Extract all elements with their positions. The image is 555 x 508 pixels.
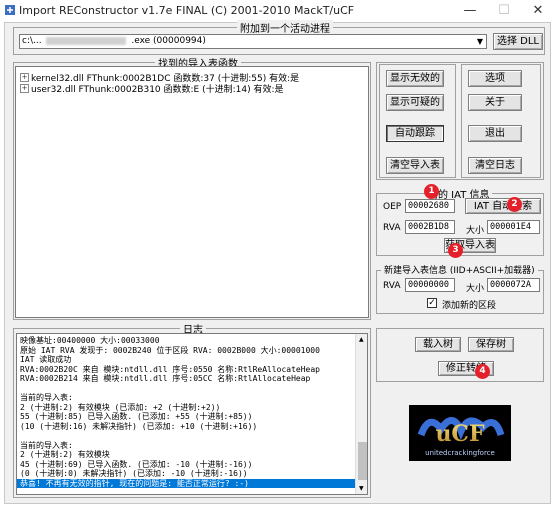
new-size-field[interactable]: 0000072A xyxy=(487,278,540,292)
iat-rva-label: RVA xyxy=(383,223,401,233)
tree-item-label: user32.dll FThunk:0002B310 函数数:E (十进制:14… xyxy=(31,85,284,95)
log-line: 55 (十进制:85) 已导入函数. (已添加: +55 (十进制:+85)) xyxy=(20,412,253,421)
log-line: 45 (十进制:69) 已导入函数. (已添加: -10 (十进制:-16)) xyxy=(20,459,253,469)
clear-log-button[interactable]: 清空日志 xyxy=(468,157,522,174)
maximize-button[interactable]: ☐ xyxy=(487,0,521,22)
window-title: Import REConstructor v1.7e FINAL (C) 200… xyxy=(19,4,355,17)
scroll-down-icon[interactable]: ▼ xyxy=(359,485,364,492)
process-select[interactable]: c:\... .exe (00000994) ▼ xyxy=(19,34,487,49)
auto-trace-button[interactable]: 自动跟踪 xyxy=(386,125,444,142)
log-line: IAT 读取成功 xyxy=(20,355,72,364)
oep-label: OEP xyxy=(383,202,402,212)
about-button[interactable]: 关于 xyxy=(468,94,522,111)
log-line: 2 (十进制:2) 有效模块 (已添加: +2 (十进制:+2)) xyxy=(20,402,221,412)
add-section-label: 添加新的区段 xyxy=(442,301,497,311)
new-iat-label: 新建导入表信息 (IID+ASCII+加载器) xyxy=(381,263,538,276)
show-suspect-button[interactable]: 显示可疑的 xyxy=(386,94,444,111)
new-rva-label: RVA xyxy=(383,281,401,291)
app-icon xyxy=(4,4,16,16)
log-scrollbar[interactable]: ▲ ▼ xyxy=(355,334,367,494)
log-line: 当前的导入表: xyxy=(20,393,73,402)
iat-rva-field[interactable]: 0002B1D8 xyxy=(405,220,455,234)
log-textbox[interactable]: 映像基址:00400000 大小:00033000 原始 IAT RVA 发现于:… xyxy=(16,333,368,495)
log-line: RVA:0002B214 来自 模块:ntdll.dll 序号:05CC 名称:… xyxy=(20,374,311,383)
chevron-down-icon: ▼ xyxy=(476,37,483,46)
annotation-badge-3: 3 xyxy=(448,243,463,258)
expand-icon[interactable]: + xyxy=(20,84,29,93)
attach-label: 附加到一个活动进程 xyxy=(237,20,333,35)
exit-button[interactable]: 退出 xyxy=(468,125,522,142)
imports-tree[interactable]: + kernel32.dll FThunk:0002B1DC 函数数:37 (十… xyxy=(15,66,369,318)
iat-size-label: 大小 xyxy=(466,226,485,236)
log-line-selected: 恭喜! 不再有无效的指针, 现在的问题是: 能否正常运行? :-) xyxy=(17,478,358,488)
redacted-path xyxy=(46,36,127,45)
save-tree-button[interactable]: 保存树 xyxy=(468,337,514,352)
log-line: RVA:0002B20C 来自 模块:ntdll.dll 序号:0550 名称:… xyxy=(20,364,321,374)
expand-icon[interactable]: + xyxy=(20,73,29,82)
new-size-label: 大小 xyxy=(466,284,485,294)
select-dll-button[interactable]: 选择 DLL xyxy=(493,33,543,50)
log-line: (0 (十进制:0) 未解决指针) (已添加: -10 (十进制:-16)) xyxy=(20,469,248,478)
ucf-logo: uCF unitedcrackingforce xyxy=(409,405,511,461)
log-line: 当前的导入表: xyxy=(20,440,73,450)
tree-item-user32[interactable]: + user32.dll FThunk:0002B310 函数数:E (十进制:… xyxy=(20,82,284,95)
logo-text: uCF xyxy=(435,421,485,447)
scroll-up-icon[interactable]: ▲ xyxy=(359,336,364,343)
new-rva-field[interactable]: 00000000 xyxy=(405,278,455,292)
log-line: 原始 IAT RVA 发现于: 0002B240 位于区段 RVA: 0002B… xyxy=(20,345,320,355)
process-value: c:\... xyxy=(22,36,42,46)
oep-field[interactable]: 00002680 xyxy=(405,199,455,213)
clear-imports-button[interactable]: 清空导入表 xyxy=(386,157,444,174)
minimize-button[interactable]: — xyxy=(453,0,487,22)
options-button[interactable]: 选项 xyxy=(468,70,522,87)
add-section-checkbox[interactable]: ✓ xyxy=(427,298,437,308)
logo-subtext: unitedcrackingforce xyxy=(425,449,495,457)
annotation-badge-4: 4 xyxy=(475,364,490,379)
show-invalid-button[interactable]: 显示无效的 xyxy=(386,70,444,87)
load-tree-button[interactable]: 载入树 xyxy=(415,337,461,352)
log-line: (10 (十进制:16) 未解决指针) (已添加: +10 (十进制:+16)) xyxy=(20,421,258,431)
title-bar: Import REConstructor v1.7e FINAL (C) 200… xyxy=(0,0,555,22)
annotation-badge-2: 2 xyxy=(507,197,522,212)
iat-size-field[interactable]: 000001E4 xyxy=(487,220,540,234)
iat-autosearch-button[interactable]: IAT 自动搜索 xyxy=(465,198,541,214)
close-button[interactable]: ✕ xyxy=(521,0,555,22)
process-tail: .exe (00000994) xyxy=(131,36,206,46)
annotation-badge-1: 1 xyxy=(424,184,439,199)
scroll-thumb[interactable] xyxy=(358,442,367,480)
log-line: 映像基址:00400000 大小:00033000 xyxy=(20,336,160,345)
log-line: 2 (十进制:2) 有效模块 xyxy=(20,450,110,459)
